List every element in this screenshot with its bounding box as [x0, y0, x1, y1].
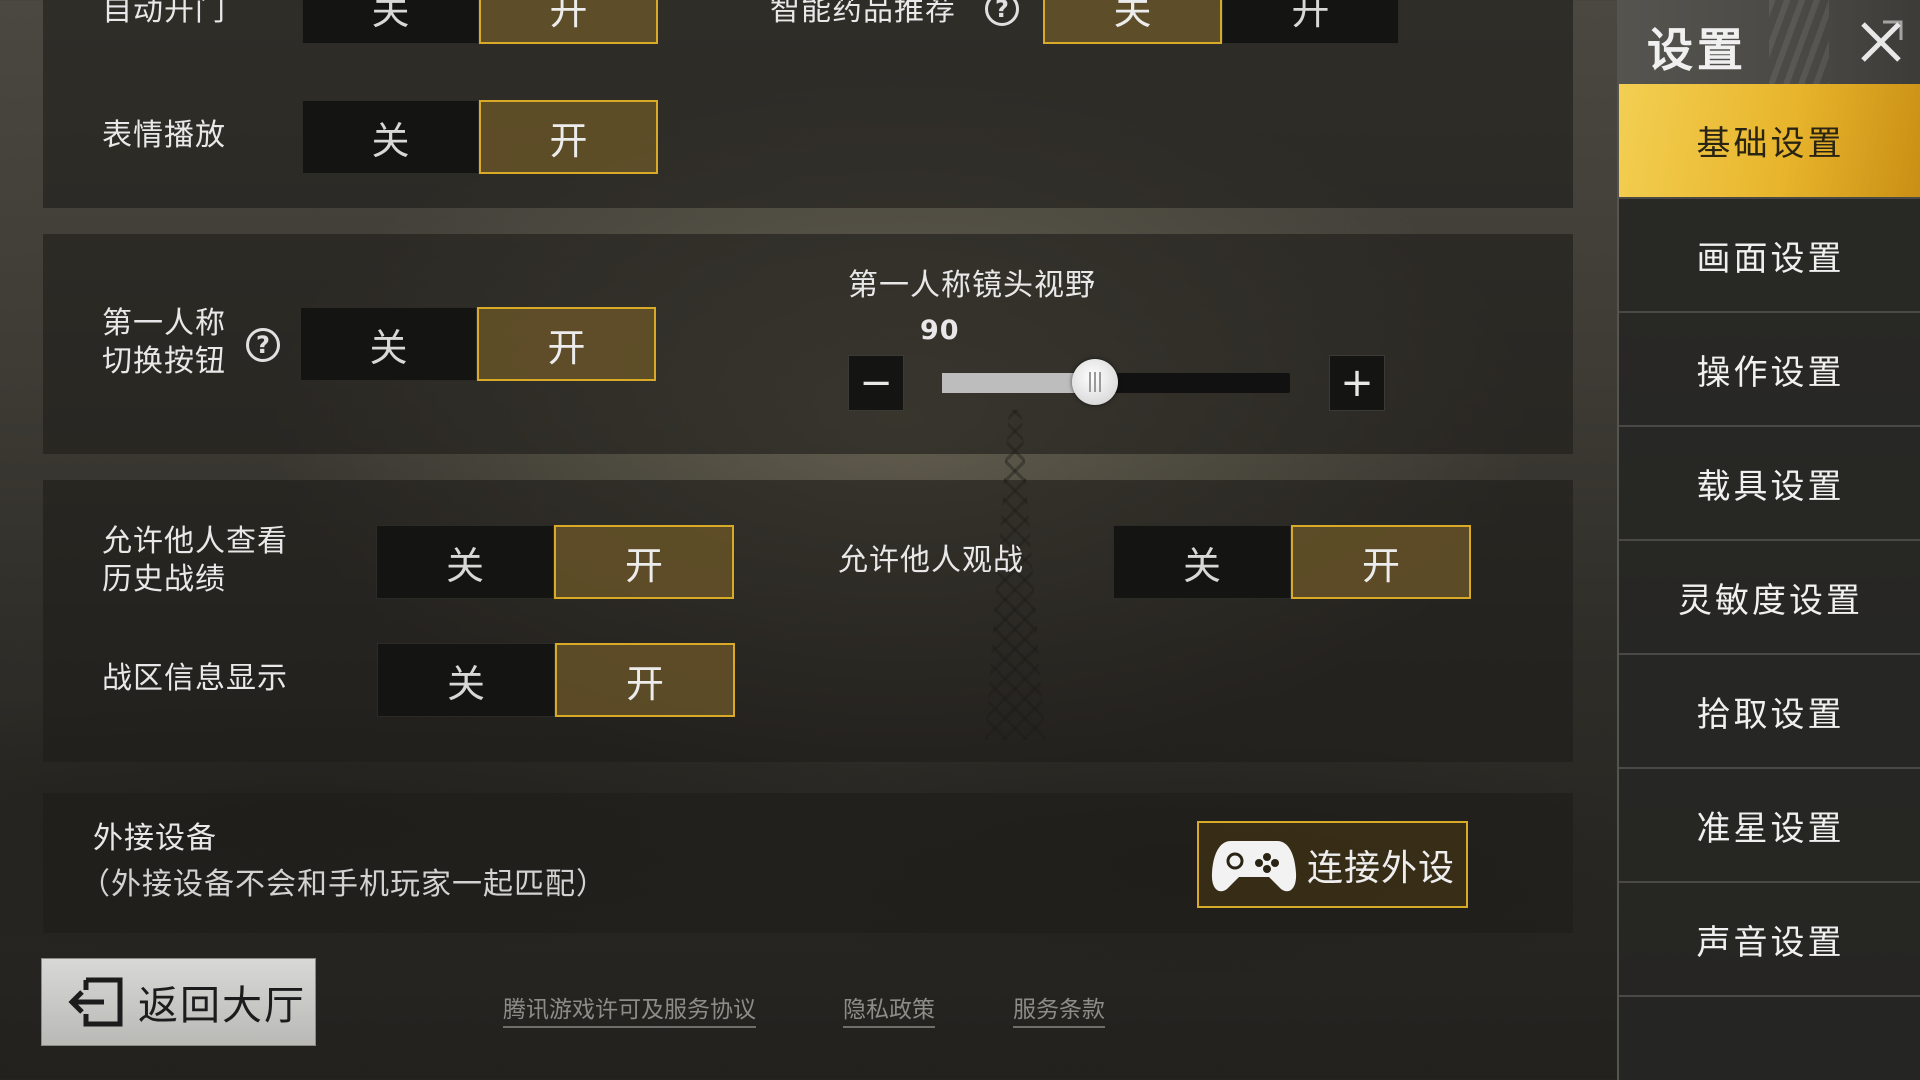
- region-label: 战区信息显示: [102, 661, 288, 696]
- fov-slider[interactable]: [942, 359, 1290, 405]
- sidebar-item-sensitivity[interactable]: 灵敏度设置: [1619, 541, 1920, 655]
- auto-door-label: 自动开门: [102, 0, 226, 28]
- sidebar-header: 设置: [1619, 0, 1920, 84]
- spectate-off[interactable]: 关: [1113, 525, 1291, 599]
- fpp-button-on[interactable]: 开: [477, 307, 656, 381]
- fpp-fov-label: 第一人称镜头视野: [848, 268, 1096, 303]
- external-title: 外接设备: [93, 821, 217, 856]
- exit-icon: [64, 976, 126, 1028]
- fpp-button-off[interactable]: 关: [300, 307, 477, 381]
- fpp-fov-value: 90: [920, 315, 960, 346]
- auto-door-on[interactable]: 开: [479, 0, 658, 44]
- region-toggle[interactable]: 关 开: [377, 643, 735, 717]
- sidebar-item-sound[interactable]: 声音设置: [1619, 883, 1920, 997]
- spectate-label: 允许他人观战: [838, 543, 1024, 578]
- connect-device-label: 连接外设: [1307, 847, 1456, 889]
- connect-device-button[interactable]: 连接外设: [1197, 821, 1468, 908]
- emote-off[interactable]: 关: [302, 100, 479, 174]
- emote-toggle[interactable]: 关 开: [302, 100, 658, 174]
- history-off[interactable]: 关: [376, 525, 554, 599]
- spectate-on[interactable]: 开: [1291, 525, 1471, 599]
- gamepad-icon: [1211, 833, 1297, 897]
- smart-meds-toggle[interactable]: 关 开: [1043, 0, 1399, 44]
- sidebar-item-pickup[interactable]: 拾取设置: [1619, 655, 1920, 769]
- sidebar-item-basic[interactable]: 基础设置: [1619, 84, 1920, 199]
- emote-label: 表情播放: [102, 118, 226, 153]
- history-on[interactable]: 开: [554, 525, 734, 599]
- back-to-lobby-button[interactable]: 返回大厅: [41, 958, 316, 1046]
- footer-link-privacy[interactable]: 隐私政策: [843, 990, 935, 1028]
- history-toggle[interactable]: 关 开: [376, 525, 734, 599]
- auto-door-off[interactable]: 关: [302, 0, 479, 44]
- back-to-lobby-label: 返回大厅: [138, 983, 306, 1029]
- fov-increase-button[interactable]: +: [1329, 355, 1385, 411]
- smart-meds-label: 智能药品推荐: [770, 0, 956, 28]
- sidebar-title: 设置: [1647, 23, 1747, 77]
- close-icon[interactable]: [1855, 16, 1907, 68]
- sidebar-item-controls[interactable]: 操作设置: [1619, 313, 1920, 427]
- settings-sidebar: 设置 基础设置 画面设置 操作设置 载具设置 灵敏度设置 拾取设置 准星设置 声…: [1617, 0, 1920, 1080]
- external-subtitle: （外接设备不会和手机玩家一起匹配）: [80, 867, 607, 902]
- auto-door-toggle[interactable]: 关 开: [302, 0, 658, 44]
- sidebar-item-graphics[interactable]: 画面设置: [1619, 199, 1920, 313]
- fov-decrease-button[interactable]: −: [848, 355, 904, 411]
- smart-meds-off[interactable]: 关: [1043, 0, 1222, 44]
- footer-link-license[interactable]: 腾讯游戏许可及服务协议: [503, 990, 756, 1028]
- smart-meds-on[interactable]: 开: [1222, 0, 1399, 44]
- header-stripes: [1769, 0, 1829, 84]
- footer-link-terms[interactable]: 服务条款: [1013, 990, 1105, 1028]
- emote-on[interactable]: 开: [479, 100, 658, 174]
- history-label-line1: 允许他人查看: [102, 524, 288, 559]
- sidebar-item-crosshair[interactable]: 准星设置: [1619, 769, 1920, 883]
- fpp-button-label-line1: 第一人称: [102, 306, 226, 341]
- fov-slider-knob[interactable]: [1072, 359, 1119, 405]
- spectate-toggle[interactable]: 关 开: [1113, 525, 1471, 599]
- fpp-button-toggle[interactable]: 关 开: [300, 307, 656, 381]
- help-icon[interactable]: ?: [246, 328, 280, 362]
- fpp-button-label-line2: 切换按钮: [102, 344, 226, 379]
- sidebar-item-vehicle[interactable]: 载具设置: [1619, 427, 1920, 541]
- history-label-line2: 历史战绩: [102, 562, 226, 597]
- region-on[interactable]: 开: [555, 643, 735, 717]
- region-off[interactable]: 关: [377, 643, 555, 717]
